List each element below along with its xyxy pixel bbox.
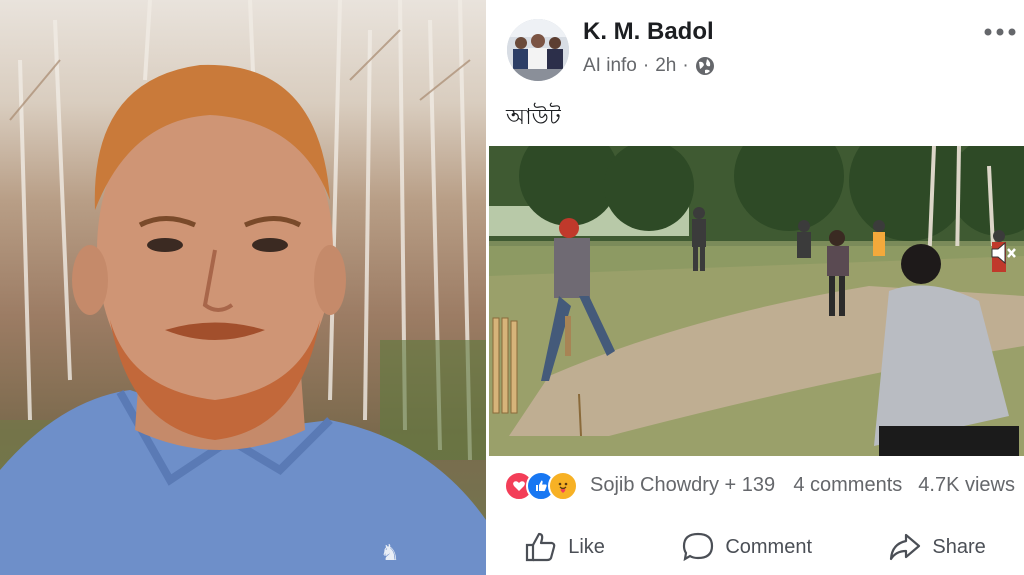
post-video[interactable]: [489, 146, 1024, 456]
reaction-icons: [504, 471, 578, 501]
post-actions: Like Comment Share: [486, 525, 1024, 569]
meta-separator: ·: [642, 55, 650, 76]
globe-icon: [695, 57, 714, 75]
author-name[interactable]: K. M. Badol: [583, 18, 714, 46]
comments-count[interactable]: 4 comments: [793, 474, 902, 497]
post-body-text: আউট: [506, 104, 561, 129]
post-meta: AI info · 2h ·: [583, 55, 715, 77]
more-dots-icon[interactable]: [982, 22, 1018, 42]
ai-info-label[interactable]: AI info: [583, 55, 637, 77]
share-arrow-icon: [890, 533, 921, 561]
reactions-summary[interactable]: Sojib Chowdry + 139 4 comments 4.7K view…: [504, 470, 1019, 501]
speech-bubble-icon: [683, 532, 714, 562]
meta-separator-2: ·: [682, 55, 689, 76]
thumbs-up-icon: [526, 532, 556, 562]
like-label: Like: [568, 535, 605, 558]
share-button[interactable]: Share: [888, 531, 986, 563]
views-count: 4.7K views: [918, 473, 1015, 496]
forest-background: ♞: [0, 0, 486, 575]
like-button[interactable]: Like: [524, 531, 605, 563]
comment-label: Comment: [725, 535, 813, 558]
post-card: K. M. Badol AI info · 2h · আউট Sojib Cho…: [486, 0, 1024, 575]
share-label: Share: [932, 535, 986, 558]
post-time[interactable]: 2h: [655, 55, 676, 77]
reactors-label[interactable]: Sojib Chowdry + 139: [590, 474, 775, 497]
avatar-image: [507, 19, 569, 81]
author-avatar[interactable]: [507, 19, 569, 81]
engagement-counts: 4 comments 4.7K views: [793, 474, 1015, 497]
care-reaction-icon: [548, 471, 578, 501]
svg-text:♞: ♞: [380, 541, 400, 566]
cricket-video-frame: [489, 146, 1024, 456]
comment-button[interactable]: Comment: [681, 531, 812, 563]
muted-speaker-icon[interactable]: [988, 238, 1018, 268]
profile-selfie-photo: ♞: [0, 0, 486, 575]
